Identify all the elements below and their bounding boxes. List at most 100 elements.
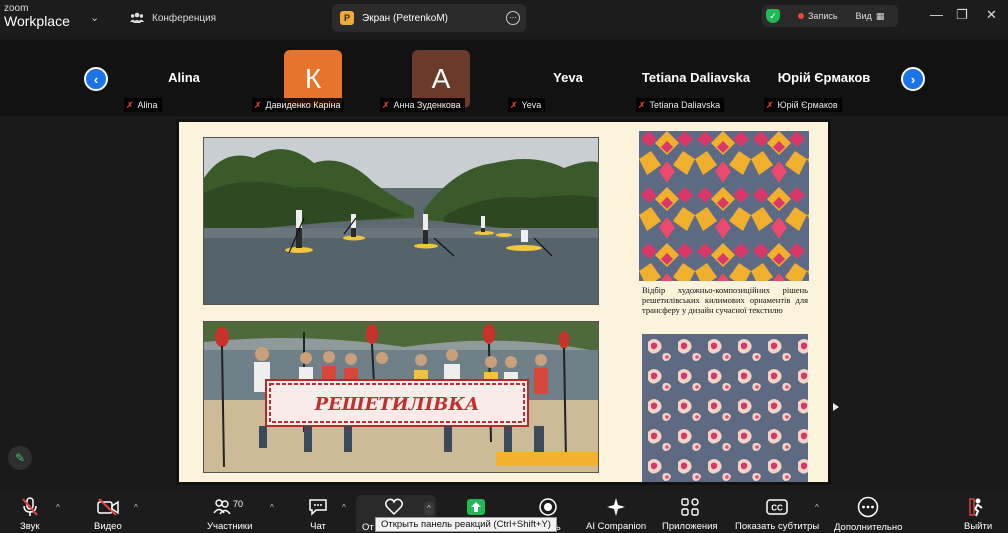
mouse-cursor-icon bbox=[833, 403, 839, 411]
participant-display: Юрій Єрмаков bbox=[777, 70, 871, 85]
participant-strip: ‹ Alina ✗ Alina К ✗ Давиденко Каріна А ✗ Ан… bbox=[0, 40, 1008, 116]
tab-screen[interactable]: P Экран (PetrenkoM) ··· bbox=[332, 4, 526, 32]
video-button[interactable]: Видео bbox=[94, 496, 122, 532]
participant-label-text: Yeva bbox=[521, 100, 542, 110]
record-label[interactable]: Запись bbox=[808, 11, 838, 21]
participant-tile[interactable]: Yeva ✗ Yeva bbox=[506, 40, 630, 116]
reactions-tooltip: Открыть панель реакций (Ctrl+Shift+Y) bbox=[375, 517, 557, 532]
mic-off-icon: ✗ bbox=[766, 99, 774, 110]
participant-label-text: Давиденко Каріна bbox=[265, 100, 341, 110]
participant-label-text: Юрій Єрмаков bbox=[777, 100, 838, 110]
more-options-icon[interactable]: ··· bbox=[506, 11, 520, 25]
tab-screen-label: Экран (PetrenkoM) bbox=[362, 12, 449, 24]
apps-icon bbox=[680, 496, 700, 517]
security-shield-icon[interactable]: ✓ bbox=[766, 9, 780, 23]
participant-tile[interactable]: К ✗ Давиденко Каріна bbox=[250, 40, 374, 116]
title-bar: zoom Workplace ⌄ Конференция P Экран (Pe… bbox=[0, 0, 1008, 34]
ornament-pattern-floral bbox=[642, 334, 808, 482]
chevron-down-icon[interactable]: ⌄ bbox=[90, 11, 99, 24]
video-label: Видео bbox=[94, 521, 122, 532]
participant-tile[interactable]: Юрій Єрмаков ✗ Юрій Єрмаков bbox=[762, 40, 886, 116]
ornament-pattern-geometric bbox=[639, 131, 809, 281]
banner-text: РЕШЕТИЛІВКА bbox=[314, 394, 480, 415]
closed-captions-icon: CC bbox=[766, 496, 788, 517]
apps-label: Приложения bbox=[662, 521, 718, 532]
more-label: Дополнительно bbox=[834, 522, 903, 533]
close-icon[interactable]: ✕ bbox=[986, 7, 997, 23]
leave-icon bbox=[967, 496, 989, 517]
chevron-up-icon[interactable]: ^ bbox=[815, 503, 819, 512]
audio-button[interactable]: Звук bbox=[20, 496, 39, 532]
view-label[interactable]: Вид bbox=[856, 11, 872, 21]
participant-display: Alina bbox=[168, 70, 200, 85]
record-icon bbox=[538, 496, 558, 518]
mic-muted-icon bbox=[21, 496, 39, 517]
apps-button[interactable]: Приложения bbox=[662, 496, 718, 532]
sparkle-icon bbox=[606, 496, 626, 517]
participant-label: ✗ Анна Зуденкова bbox=[380, 98, 465, 112]
participant-tile[interactable]: Tetiana Daliavska ✗ Tetiana Daliavska bbox=[634, 40, 758, 116]
chevron-up-icon[interactable]: ^ bbox=[270, 503, 274, 512]
participant-label-text: Tetiana Daliavska bbox=[649, 100, 721, 110]
photo-paddleboarding bbox=[203, 137, 599, 305]
captions-button[interactable]: CC Показать субтитры bbox=[735, 496, 819, 532]
minimize-icon[interactable]: — bbox=[930, 7, 943, 22]
ai-companion-button[interactable]: AI Companion bbox=[586, 496, 646, 532]
participant-label: ✗ Alina bbox=[124, 98, 162, 112]
participants-count: 70 bbox=[233, 499, 243, 509]
people-icon bbox=[130, 11, 144, 25]
participant-display: Tetiana Daliavska bbox=[641, 70, 751, 85]
leave-button[interactable]: Выйти bbox=[964, 496, 992, 532]
ai-companion-label: AI Companion bbox=[586, 521, 647, 532]
participant-label: ✗ Давиденко Каріна bbox=[252, 98, 345, 112]
participant-display: Yeva bbox=[553, 70, 583, 85]
restore-icon[interactable]: ❐ bbox=[956, 7, 968, 23]
participant-label: ✗ Tetiana Daliavska bbox=[636, 98, 725, 112]
mic-off-icon: ✗ bbox=[382, 99, 390, 110]
slide-caption: Відбір художньо-композиційних рішень реш… bbox=[642, 285, 808, 315]
video-off-icon bbox=[97, 496, 119, 517]
chevron-up-icon[interactable]: ^ bbox=[342, 503, 346, 512]
participant-label: ✗ Yeva bbox=[508, 98, 546, 112]
chat-label: Чат bbox=[310, 521, 326, 532]
audio-label: Звук bbox=[20, 521, 40, 532]
tab-conference-label: Конференция bbox=[152, 12, 217, 24]
screen-share-icon: P bbox=[340, 11, 354, 25]
participants-label: Участники bbox=[207, 521, 253, 532]
pencil-icon: ✎ bbox=[14, 451, 26, 465]
photo-group-banner: РЕШЕТИЛІВКА bbox=[203, 321, 599, 473]
app-logo: zoom Workplace bbox=[4, 3, 70, 29]
participant-label-text: Анна Зуденкова bbox=[393, 100, 461, 110]
participant-label-text: Alina bbox=[137, 100, 158, 110]
chat-button[interactable]: Чат bbox=[308, 496, 328, 532]
meeting-status-pill: ✓ Запись Вид ▦ bbox=[762, 5, 898, 27]
more-button[interactable]: Дополнительно bbox=[834, 496, 903, 533]
tab-conference[interactable]: Конференция bbox=[130, 4, 216, 32]
participant-tile[interactable]: Alina ✗ Alina bbox=[122, 40, 246, 116]
participants-icon: 70 bbox=[213, 496, 247, 517]
mic-off-icon: ✗ bbox=[510, 99, 518, 110]
participant-tile[interactable]: А ✗ Анна Зуденкова bbox=[378, 40, 502, 116]
participants-button[interactable]: 70 Участники bbox=[207, 496, 253, 533]
mic-off-icon: ✗ bbox=[254, 99, 262, 110]
mic-off-icon: ✗ bbox=[126, 99, 134, 110]
shared-screen[interactable]: РЕШЕТИЛІВКА Відбір художньо-композиційни… bbox=[0, 116, 1008, 490]
more-dots-icon bbox=[857, 496, 879, 518]
grid-view-icon[interactable]: ▦ bbox=[876, 11, 885, 22]
captions-label: Показать субтитры bbox=[735, 521, 820, 532]
heart-icon bbox=[384, 496, 404, 518]
chevron-left-icon: ‹ bbox=[93, 71, 99, 87]
chevron-up-icon[interactable]: ^ bbox=[56, 503, 60, 512]
record-dot-icon bbox=[798, 13, 804, 19]
annotate-button[interactable]: ✎ bbox=[8, 446, 32, 470]
strip-prev-button[interactable]: ‹ bbox=[84, 67, 108, 91]
participant-label: ✗ Юрій Єрмаков bbox=[764, 98, 842, 112]
chat-icon bbox=[308, 496, 328, 517]
share-screen-icon bbox=[466, 496, 486, 518]
strip-next-button[interactable]: › bbox=[901, 67, 925, 91]
chevron-up-icon[interactable]: ^ bbox=[134, 503, 138, 512]
chevron-up-icon[interactable]: ^ bbox=[424, 502, 434, 515]
reactions-label: От bbox=[362, 522, 374, 533]
mic-off-icon: ✗ bbox=[638, 99, 646, 110]
leave-label: Выйти bbox=[964, 521, 993, 532]
